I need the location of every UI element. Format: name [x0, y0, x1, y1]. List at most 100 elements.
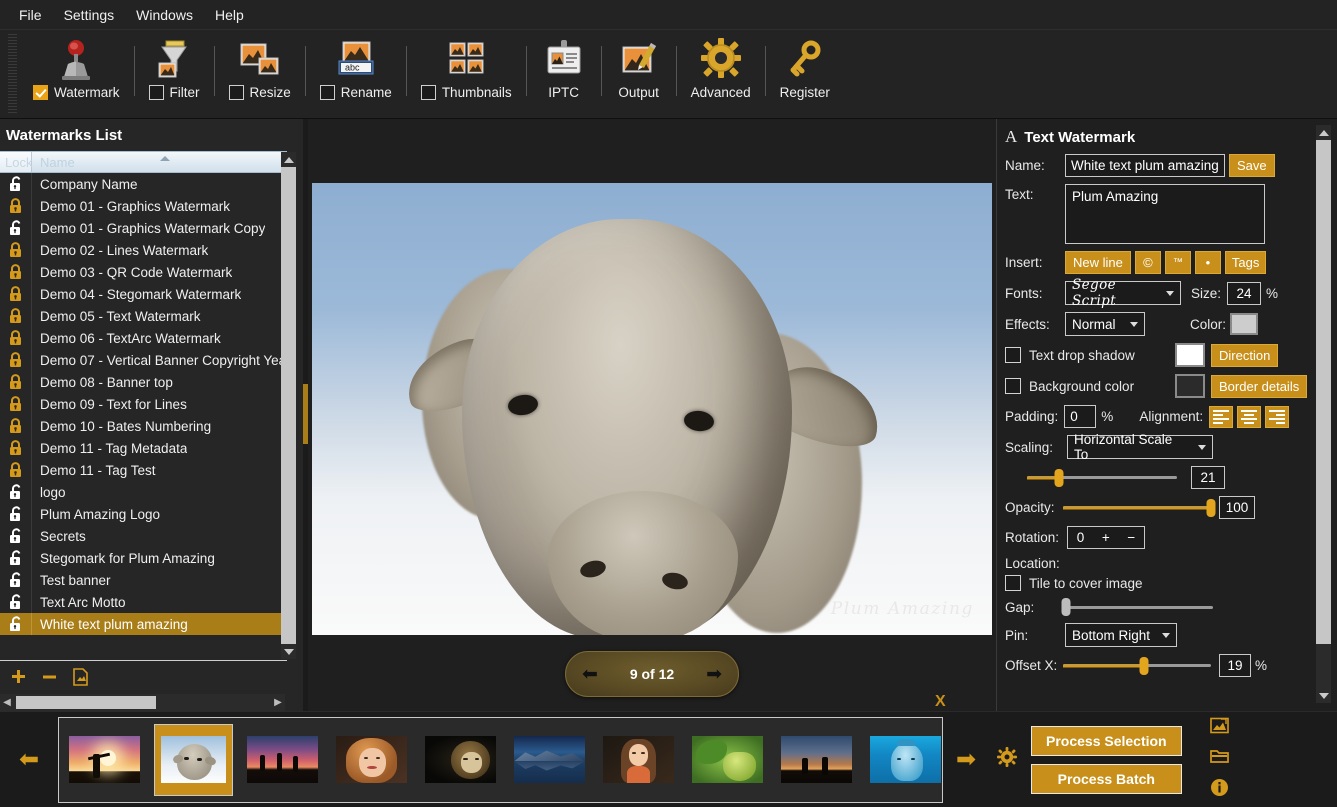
locked-icon[interactable]: [0, 261, 32, 283]
name-input[interactable]: [1065, 154, 1225, 177]
align-left-button[interactable]: [1209, 405, 1234, 428]
list-vertical-scrollbar[interactable]: [281, 152, 296, 659]
filmstrip-thumbnail[interactable]: [332, 723, 411, 796]
locked-icon[interactable]: [0, 415, 32, 437]
add-plus-icon[interactable]: [10, 669, 27, 689]
unlocked-icon[interactable]: [0, 217, 32, 239]
toolbar-item-resize[interactable]: Resize: [217, 30, 303, 118]
scaling-select[interactable]: Horizontal Scale To: [1067, 432, 1213, 462]
unlocked-icon[interactable]: [0, 547, 32, 569]
watermark-row[interactable]: Demo 07 - Vertical Banner Copyright Yea: [0, 349, 287, 371]
menu-item-windows[interactable]: Windows: [127, 3, 202, 27]
vscroll-up-arrow[interactable]: [281, 152, 296, 167]
watermark-row[interactable]: Stegomark for Plum Amazing: [0, 547, 287, 569]
gear-icon[interactable]: [997, 746, 1017, 773]
unlocked-icon[interactable]: [0, 173, 32, 195]
locked-icon[interactable]: [0, 459, 32, 481]
insert-trademark-button[interactable]: ™: [1164, 251, 1191, 274]
open-folder-icon[interactable]: [1209, 748, 1229, 769]
scale-slider[interactable]: [1027, 468, 1177, 487]
filmstrip-thumbnail[interactable]: [243, 723, 322, 796]
locked-icon[interactable]: [0, 327, 32, 349]
unlocked-icon[interactable]: [0, 525, 32, 547]
watermark-row[interactable]: Test banner: [0, 569, 287, 591]
locked-icon[interactable]: [0, 239, 32, 261]
unlocked-icon[interactable]: [0, 481, 32, 503]
gap-slider[interactable]: [1061, 598, 1213, 616]
image-filmstrip[interactable]: [58, 716, 943, 803]
watermark-row[interactable]: Demo 01 - Graphics Watermark: [0, 195, 287, 217]
filmstrip-thumbnail[interactable]: [599, 723, 678, 796]
watermark-row[interactable]: Company Name: [0, 173, 287, 195]
filmstrip-prev-button[interactable]: ⬅: [0, 745, 58, 774]
unlocked-icon[interactable]: [0, 503, 32, 525]
watermark-text-input[interactable]: Plum Amazing: [1065, 184, 1265, 244]
background-color-checkbox[interactable]: [1005, 378, 1021, 394]
insert-copyright-button[interactable]: ©: [1134, 251, 1161, 274]
watermark-row[interactable]: Demo 02 - Lines Watermark: [0, 239, 287, 261]
border-details-button[interactable]: Border details: [1211, 374, 1308, 398]
column-header-lock[interactable]: Lock: [0, 152, 32, 172]
locked-icon[interactable]: [0, 283, 32, 305]
toolbar-item-filter[interactable]: Filter: [137, 30, 212, 118]
settings-scroll-up-arrow[interactable]: [1316, 125, 1331, 140]
rotation-increase-icon[interactable]: +: [1102, 530, 1110, 545]
watermark-row[interactable]: Demo 05 - Text Watermark: [0, 305, 287, 327]
align-center-button[interactable]: [1237, 405, 1262, 428]
process-selection-button[interactable]: Process Selection: [1031, 725, 1182, 756]
watermarks-list[interactable]: Company Name Demo 01 - Graphics Watermark…: [0, 173, 287, 660]
close-filmstrip-icon[interactable]: X: [935, 693, 946, 711]
hscroll-left-arrow[interactable]: ◀: [0, 697, 14, 708]
rotation-stepper[interactable]: 0 + −: [1067, 526, 1145, 549]
background-color-swatch[interactable]: [1175, 374, 1205, 398]
scale-slider-thumb[interactable]: [1054, 468, 1063, 487]
filmstrip-thumbnail[interactable]: [421, 723, 500, 796]
vscroll-track[interactable]: [281, 167, 296, 644]
menu-item-settings[interactable]: Settings: [55, 3, 124, 27]
tile-checkbox-row[interactable]: Tile to cover image: [1005, 575, 1143, 591]
background-color-checkbox-row[interactable]: Background color: [1005, 378, 1175, 394]
watermark-row[interactable]: logo: [0, 481, 287, 503]
toolbar-item-rename[interactable]: abc Rename: [308, 30, 404, 118]
previous-image-button[interactable]: ⬅: [582, 665, 598, 684]
watermark-row[interactable]: Demo 11 - Tag Metadata: [0, 437, 287, 459]
opacity-value-input[interactable]: 100: [1219, 496, 1255, 519]
text-drop-shadow-checkbox-row[interactable]: Text drop shadow: [1005, 347, 1175, 363]
scale-value-input[interactable]: 21: [1191, 466, 1225, 489]
filter-checkbox[interactable]: [148, 85, 164, 100]
font-family-select[interactable]: Segoe Script: [1065, 277, 1181, 309]
text-color-swatch[interactable]: [1230, 313, 1259, 335]
watermark-checkbox[interactable]: [33, 85, 48, 100]
text-drop-shadow-checkbox[interactable]: [1005, 347, 1021, 363]
watermark-row[interactable]: Plum Amazing Logo: [0, 503, 287, 525]
watermark-row[interactable]: Demo 11 - Tag Test: [0, 459, 287, 481]
filmstrip-thumbnail[interactable]: [866, 723, 942, 796]
unlocked-icon[interactable]: [0, 569, 32, 591]
filmstrip-thumbnail[interactable]: [777, 723, 856, 796]
toolbar-drag-grip[interactable]: [8, 34, 17, 114]
locked-icon[interactable]: [0, 371, 32, 393]
locked-icon[interactable]: [0, 437, 32, 459]
settings-scroll-thumb[interactable]: [1316, 140, 1331, 645]
pin-select[interactable]: Bottom Right: [1065, 623, 1177, 647]
preview-image[interactable]: Plum Amazing: [312, 183, 992, 635]
settings-scroll-down-arrow[interactable]: [1316, 688, 1331, 703]
column-header-name[interactable]: Name: [32, 155, 287, 170]
filmstrip-thumbnail[interactable]: [688, 723, 767, 796]
align-right-button[interactable]: [1265, 405, 1290, 428]
filmstrip-thumbnail[interactable]: [65, 723, 144, 796]
locked-icon[interactable]: [0, 393, 32, 415]
insert-bullet-button[interactable]: •: [1194, 251, 1221, 274]
toolbar-item-output[interactable]: Output: [604, 30, 674, 118]
toolbar-item-iptc[interactable]: IPTC: [529, 30, 599, 118]
toolbar-item-advanced[interactable]: Advanced: [679, 30, 763, 118]
unlocked-icon[interactable]: [0, 591, 32, 613]
unlocked-icon[interactable]: [0, 613, 32, 635]
watermark-row[interactable]: Demo 03 - QR Code Watermark: [0, 261, 287, 283]
font-size-input[interactable]: 24: [1227, 281, 1262, 305]
watermark-row[interactable]: Demo 08 - Banner top: [0, 371, 287, 393]
gap-slider-thumb[interactable]: [1061, 598, 1071, 616]
toolbar-item-thumbnails[interactable]: Thumbnails: [409, 30, 524, 118]
duplicate-file-icon[interactable]: [72, 668, 89, 689]
settings-scroll-track[interactable]: [1316, 140, 1331, 688]
